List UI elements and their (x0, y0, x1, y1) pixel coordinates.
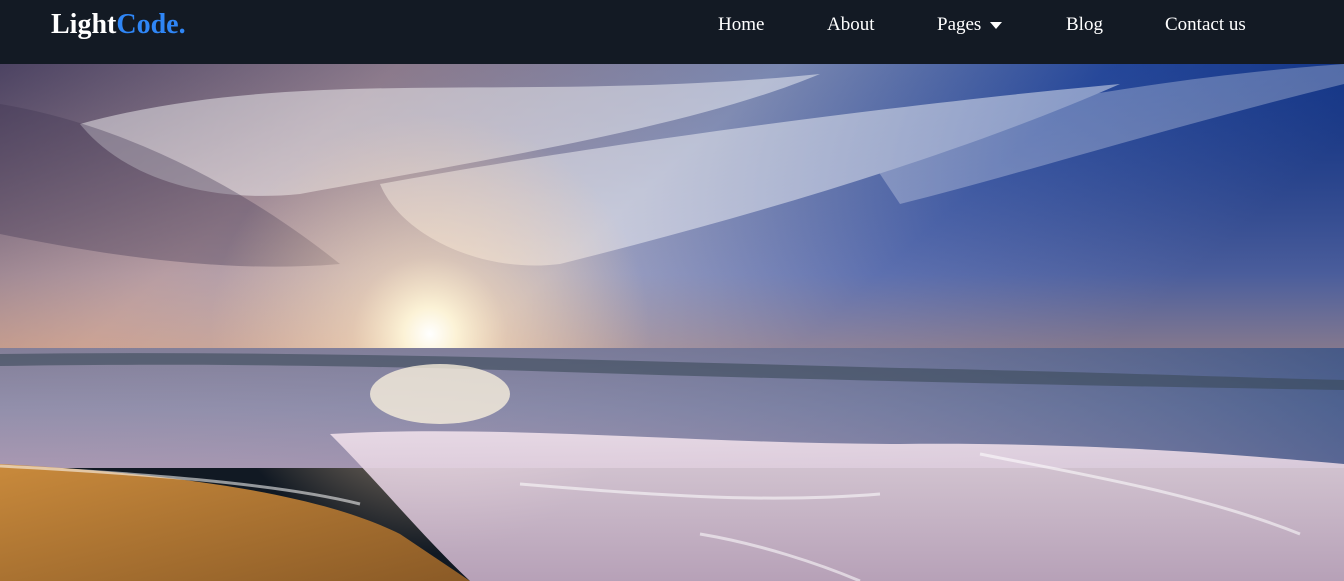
nav-blog-link[interactable]: Blog (1066, 12, 1103, 38)
top-navbar: LightCode. Home About Pages Blog Contact… (0, 0, 1344, 64)
hero-banner (0, 64, 1344, 581)
nav-home-link[interactable]: Home (718, 12, 764, 38)
nav-pages-dropdown[interactable]: Pages (937, 12, 1003, 38)
caret-down-icon (990, 22, 1003, 29)
beach-sunset-image (0, 64, 1344, 581)
main-menu: Home About Pages Blog Contact us (0, 12, 1344, 38)
nav-pages-label: Pages (937, 14, 982, 35)
nav-contact-link[interactable]: Contact us (1165, 12, 1246, 38)
nav-about-link[interactable]: About (827, 12, 875, 38)
